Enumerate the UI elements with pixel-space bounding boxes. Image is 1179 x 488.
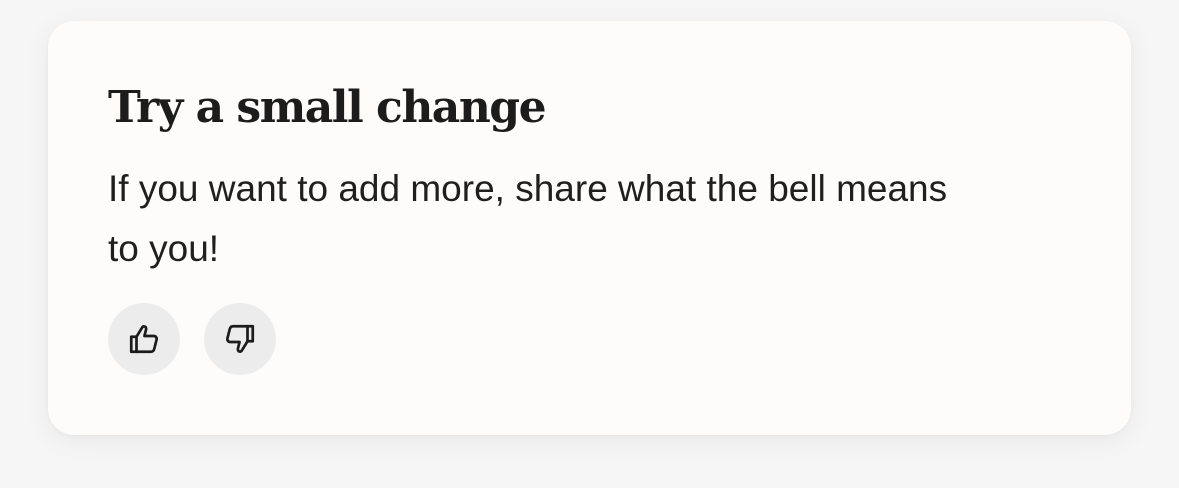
card-title: Try a small change: [108, 82, 547, 133]
thumbs-up-button[interactable]: [108, 303, 180, 375]
feedback-actions: [108, 303, 276, 375]
suggestion-card: Try a small change If you want to add mo…: [48, 21, 1131, 435]
thumbs-up-icon: [126, 321, 162, 357]
card-body: If you want to add more, share what the …: [108, 168, 948, 269]
thumbs-down-button[interactable]: [204, 303, 276, 375]
thumbs-down-icon: [222, 321, 258, 357]
